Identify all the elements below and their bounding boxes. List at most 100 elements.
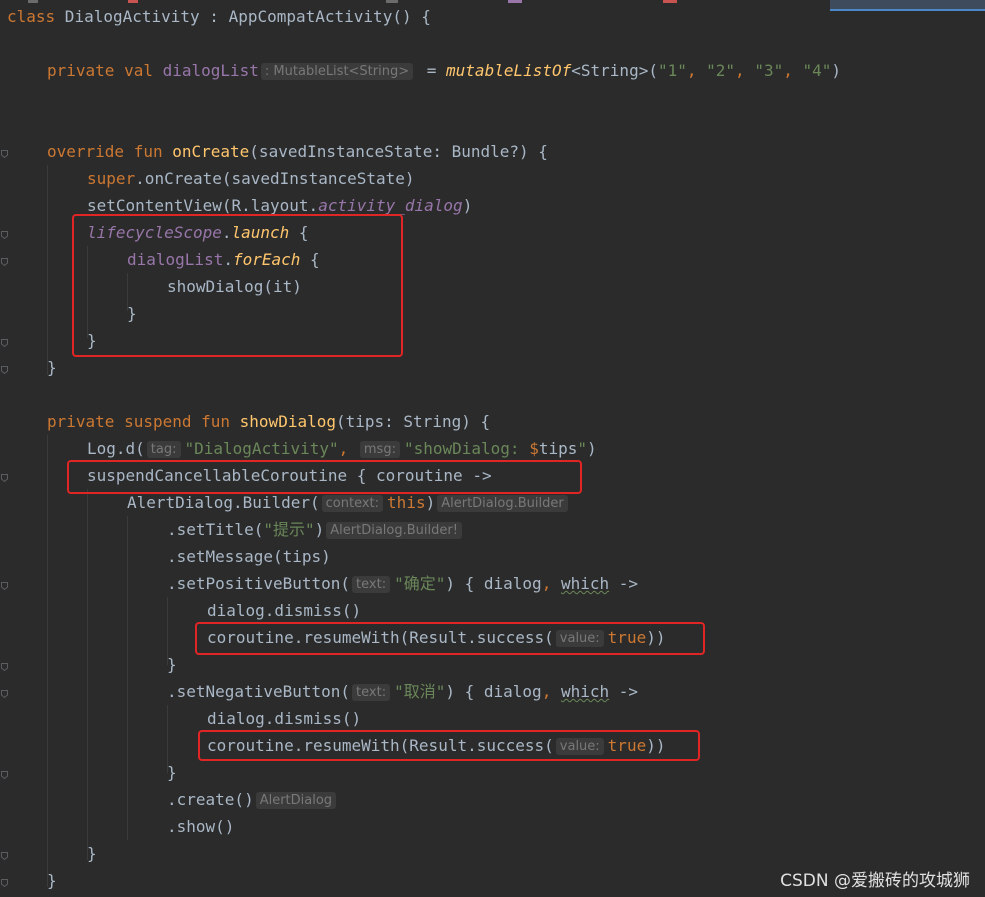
code-token: showDialog( — [167, 277, 273, 296]
code-line[interactable] — [0, 84, 7, 111]
code-line[interactable]: .create() AlertDialog — [0, 786, 340, 813]
code-token: private val — [47, 61, 163, 80]
code-token: "DialogActivity" — [184, 439, 339, 458]
code-line[interactable]: override fun onCreate(savedInstanceState… — [0, 138, 548, 165]
code-token: lifecycleScope — [87, 223, 222, 242]
code-token: forEach — [232, 250, 301, 269]
code-line[interactable]: } — [0, 300, 137, 327]
inlay-hint: msg: — [359, 441, 400, 458]
code-line[interactable] — [0, 381, 7, 408]
inlay-hint: AlertDialog — [255, 792, 337, 809]
code-token: ) — [462, 196, 473, 215]
code-token: override fun — [47, 142, 173, 161]
code-line[interactable]: coroutine.resumeWith(Result.success(valu… — [0, 624, 665, 651]
code-token: "提示" — [263, 520, 315, 539]
code-token: setContentView(R.layout. — [87, 196, 319, 215]
code-token: Log.d( — [87, 439, 145, 458]
code-line[interactable] — [0, 30, 7, 57]
code-token: , — [338, 439, 358, 458]
code-token: { — [300, 250, 320, 269]
active-tab[interactable] — [830, 0, 985, 11]
code-line[interactable]: dialogList.forEach { — [0, 246, 320, 273]
code-token: .setPositiveButton( — [167, 574, 351, 593]
code-token: mutableListOf — [446, 61, 572, 80]
code-token: dialog.dismiss() — [207, 601, 362, 620]
code-token: ) — [587, 439, 597, 458]
code-token: } — [87, 844, 97, 863]
code-line[interactable]: Log.d(tag: "DialogActivity", msg: "showDia… — [0, 435, 597, 462]
code-line[interactable]: .setNegativeButton(text: "取消") { dialog, … — [0, 678, 638, 705]
code-line[interactable]: } — [0, 840, 97, 867]
code-token: .create() — [167, 790, 254, 809]
code-token: <String>( — [571, 61, 658, 80]
code-line[interactable]: setContentView(R.layout.activity_dialog) — [0, 192, 472, 219]
inlay-hint: AlertDialog.Builder — [437, 495, 568, 512]
code-token: DialogActivity : AppCompatActivity() { — [55, 7, 431, 26]
code-token: } — [167, 655, 177, 674]
code-line[interactable]: private val dialogList: MutableList<Stri… — [0, 57, 841, 84]
code-token: (savedInstanceState: Bundle?) { — [249, 142, 548, 161]
code-token: AlertDialog.Builder( — [127, 493, 320, 512]
inlay-hint: tag: — [146, 441, 181, 458]
code-line[interactable]: .setTitle("提示") AlertDialog.Builder! — [0, 516, 466, 543]
code-line[interactable]: .show() — [0, 813, 234, 840]
code-line[interactable] — [0, 111, 7, 138]
code-token: )) — [646, 736, 666, 755]
code-token: , — [541, 682, 561, 701]
code-token: = — [417, 61, 447, 80]
code-token: true — [607, 628, 647, 647]
code-token: coroutine.resumeWith(Result.success( — [207, 736, 554, 755]
code-token: ) — [314, 520, 325, 539]
code-line[interactable]: } — [0, 327, 97, 354]
tab-fragment — [508, 0, 522, 3]
code-token: private suspend fun — [47, 412, 240, 431]
code-token: } — [47, 871, 57, 890]
code-line[interactable]: } — [0, 759, 177, 786]
code-line[interactable]: .setMessage(tips) — [0, 543, 331, 570]
code-line[interactable]: suspendCancellableCoroutine { coroutine … — [0, 462, 492, 489]
code-token: .setTitle( — [167, 520, 264, 539]
code-line[interactable]: coroutine.resumeWith(Result.success(valu… — [0, 732, 665, 759]
code-token: "showDialog: — [403, 439, 530, 458]
code-line[interactable]: } — [0, 354, 57, 381]
code-token: " — [577, 439, 588, 458]
code-line[interactable]: .setPositiveButton(text: "确定") { dialog, … — [0, 570, 638, 597]
code-line[interactable]: private suspend fun showDialog(tips: Str… — [0, 408, 490, 435]
inlay-hint: text: — [352, 684, 391, 701]
code-line[interactable]: } — [0, 867, 57, 894]
code-token: showDialog — [239, 412, 336, 431]
inlay-hint: : MutableList<String> — [260, 63, 414, 80]
code-token: suspendCancellableCoroutine { coroutine … — [87, 466, 492, 485]
code-token: this — [387, 493, 426, 512]
code-token: tips — [538, 439, 578, 458]
code-line[interactable]: super.onCreate(savedInstanceState) — [0, 165, 415, 192]
inlay-hint: text: — [352, 576, 391, 593]
code-token: "确定" — [394, 574, 446, 593]
code-token: )) — [646, 628, 666, 647]
code-token: } — [47, 358, 57, 377]
code-line[interactable]: class DialogActivity : AppCompatActivity… — [0, 3, 431, 30]
code-token: launch — [231, 223, 290, 242]
code-token: .setNegativeButton( — [167, 682, 351, 701]
code-token: . — [221, 223, 232, 242]
code-token: dialogList — [162, 61, 259, 80]
code-token: (tips: String) { — [335, 412, 491, 431]
code-line[interactable]: AlertDialog.Builder(context: this) AlertDi… — [0, 489, 572, 516]
code-token: super — [87, 169, 136, 188]
code-token: , — [686, 61, 707, 80]
code-token: ) { dialog — [445, 682, 542, 701]
code-line[interactable]: dialog.dismiss() — [0, 705, 361, 732]
code-token: , — [541, 574, 561, 593]
code-line[interactable]: showDialog(it) — [0, 273, 302, 300]
code-line[interactable]: lifecycleScope.launch { — [0, 219, 309, 246]
code-token: "取消" — [394, 682, 446, 701]
code-token: .onCreate(savedInstanceState) — [135, 169, 415, 188]
inlay-hint: AlertDialog.Builder! — [326, 522, 462, 539]
code-line[interactable]: } — [0, 651, 177, 678]
code-token: ) { dialog — [445, 574, 542, 593]
code-token: class — [7, 7, 56, 26]
code-token: ) — [292, 277, 302, 296]
code-line[interactable]: dialog.dismiss() — [0, 597, 361, 624]
inlay-hint: value: — [555, 630, 604, 647]
code-token: . — [223, 250, 233, 269]
